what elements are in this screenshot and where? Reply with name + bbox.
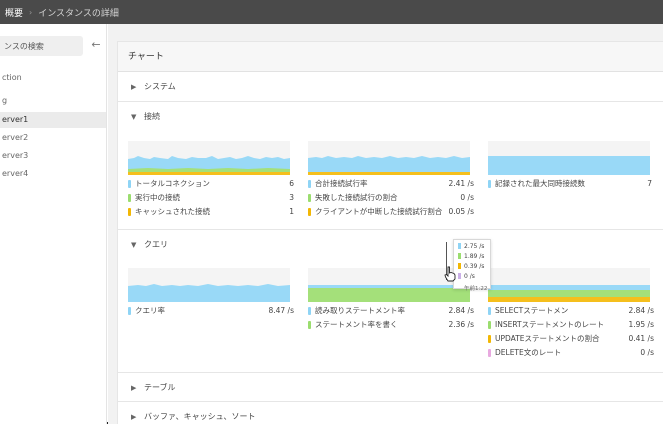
sidebar: ンスの検索 ← ction g erver1 erver2 erver3 erv…	[0, 24, 107, 424]
chart-connection-attempts-plot	[308, 156, 470, 175]
chart-query-rate[interactable]	[128, 268, 290, 302]
series-write-statement-rate	[308, 288, 470, 302]
chevron-down-icon: ▼	[131, 241, 137, 249]
tooltip-row: 1.89 /s	[458, 252, 484, 261]
legend-cached-connections: キャッシュされた接続 1	[128, 205, 294, 219]
breadcrumb-separator: ›	[29, 7, 33, 17]
sidebar-item-server2[interactable]: erver2	[0, 130, 106, 146]
chevron-right-icon: ▶	[131, 413, 137, 421]
series-cached-connections	[128, 172, 290, 175]
chart-tooltip: 2.75 /s 1.89 /s 0.39 /s 0 /s 午前1:22	[453, 239, 491, 292]
section-tables-label: テーブル	[144, 383, 176, 392]
chart-query-rate-plot	[128, 284, 290, 302]
legend-query-rate: クエリ率 8.47 /s	[128, 304, 294, 318]
section-queries-label: クエリ	[144, 240, 168, 249]
section-system[interactable]: ▶ システム	[118, 72, 663, 102]
chevron-down-icon: ▼	[131, 113, 137, 121]
sidebar-item-connection[interactable]: ction	[0, 70, 106, 86]
breadcrumb-instance-detail: インスタンスの詳細	[38, 8, 119, 19]
arrow-left-icon[interactable]: ←	[89, 38, 103, 52]
section-queries[interactable]: ▼ クエリ	[118, 229, 663, 259]
sidebar-item-server1[interactable]: erver1	[0, 112, 106, 128]
main-content: チャート ▶ システム ▼ 接続 トータルコネクション 6 実行中の接続 3 キ…	[108, 24, 663, 424]
panel-title: チャート	[118, 42, 663, 72]
sidebar-item-group[interactable]: g	[0, 93, 106, 109]
section-buffers[interactable]: ▶ バッファ、キャッシュ、ソート	[118, 402, 663, 424]
tooltip-row: 2.75 /s	[458, 242, 484, 251]
legend-running-connections: 実行中の接続 3	[128, 191, 294, 205]
legend-aborted-attempt-rate: クライアントが中断した接続試行割合 0.05 /s	[308, 205, 474, 219]
series-max-used-connections	[488, 156, 650, 175]
breadcrumb-overview[interactable]: 概要	[5, 6, 23, 19]
legend-max-used-connections: 記録された最大同時接続数 7	[488, 177, 652, 191]
legend-total-attempt-rate: 合計接続試行率 2.41 /s	[308, 177, 474, 191]
sidebar-item-server3[interactable]: erver3	[0, 148, 106, 164]
section-tables[interactable]: ▶ テーブル	[118, 372, 663, 402]
charts-panel: チャート ▶ システム ▼ 接続 トータルコネクション 6 実行中の接続 3 キ…	[117, 41, 663, 424]
legend-total-connections: トータルコネクション 6	[128, 177, 294, 191]
section-buffers-label: バッファ、キャッシュ、ソート	[144, 412, 256, 421]
chevron-right-icon: ▶	[131, 83, 137, 91]
legend-read-statement-rate: 読み取りステートメント率 2.84 /s	[308, 304, 474, 318]
chart-total-connections-plot	[128, 156, 290, 175]
tooltip-row: 0 /s	[458, 272, 475, 281]
chart-max-connections[interactable]	[488, 141, 650, 175]
chart-statement-types[interactable]	[488, 268, 650, 302]
sidebar-item-server4[interactable]: erver4	[0, 166, 106, 182]
legend-select-rate: SELECTステートメン 2.84 /s	[488, 304, 654, 318]
tooltip-row: 0.39 /s	[458, 262, 484, 271]
tooltip-time: 午前1:22	[464, 286, 488, 292]
top-bar: 概要 › インスタンスの詳細	[0, 0, 663, 24]
section-connections[interactable]: ▼ 接続	[118, 102, 663, 132]
series-query-rate	[128, 284, 290, 302]
section-connections-label: 接続	[144, 112, 160, 121]
series-aborted-attempt-rate	[308, 172, 470, 175]
legend-write-statement-rate: ステートメント率を書く 2.36 /s	[308, 318, 474, 332]
hand-cursor-icon	[444, 266, 456, 282]
legend-failed-attempt-rate: 失敗した接続試行の割合 0 /s	[308, 191, 474, 205]
section-system-label: システム	[144, 82, 176, 91]
chart-max-connections-plot	[488, 156, 650, 175]
chart-statement-types-plot	[488, 285, 650, 302]
chart-connection-attempts[interactable]	[308, 141, 470, 175]
chart-total-connections[interactable]	[128, 141, 290, 175]
legend-insert-rate: INSERTステートメントのレート 1.95 /s	[488, 318, 654, 332]
chevron-right-icon: ▶	[131, 384, 137, 392]
series-update-rate	[488, 297, 650, 302]
legend-update-rate: UPDATEステートメントの割合 0.41 /s	[488, 332, 654, 346]
legend-delete-rate: DELETE文のレート 0 /s	[488, 346, 654, 360]
instance-search-input[interactable]: ンスの検索	[0, 36, 83, 56]
